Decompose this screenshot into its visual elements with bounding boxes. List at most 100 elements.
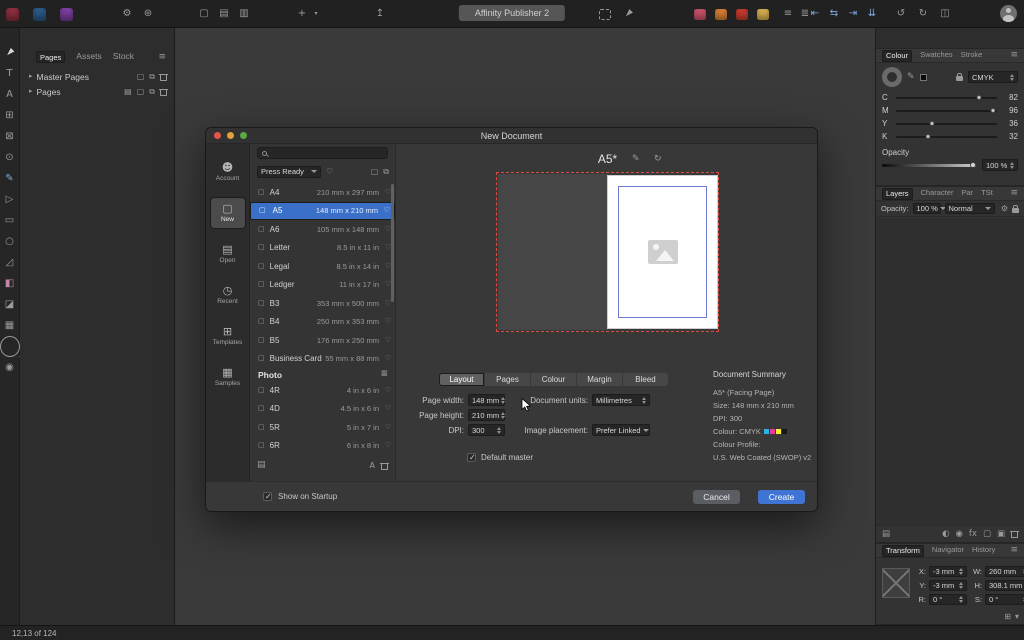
transform-anchor-thumbnail[interactable] xyxy=(882,568,910,598)
rotate-cw-icon[interactable]: ↻ xyxy=(917,9,929,19)
tab-history[interactable]: History xyxy=(972,545,995,557)
rectangle-tool-icon[interactable]: ▭ xyxy=(0,210,20,231)
new-group-icon[interactable]: ▣ xyxy=(997,530,1005,539)
save-preset-icon[interactable]: ✎ xyxy=(632,155,640,164)
opacity-value-select[interactable]: 100 % xyxy=(982,159,1018,171)
layers-list-empty[interactable] xyxy=(876,218,1024,525)
tab-swatches[interactable]: Swatches xyxy=(920,50,953,62)
duplicate-master-icon[interactable]: ⧉ xyxy=(149,72,155,81)
align-swap-icon[interactable]: ⇆ xyxy=(828,9,840,19)
sidebar-item-recent[interactable]: ◷ Recent xyxy=(210,279,246,311)
group-menu-icon[interactable]: ≡ xyxy=(380,370,388,379)
tab-stroke[interactable]: Stroke xyxy=(961,50,983,62)
favourite-icon[interactable]: ♡ xyxy=(385,423,391,431)
tab-par[interactable]: Par xyxy=(961,188,973,200)
slider-thumb[interactable] xyxy=(929,120,935,126)
preset-row[interactable]: ▢ 4D 4.5 in x 6 in ♡ xyxy=(250,400,395,419)
app-title[interactable]: Affinity Publisher 2 xyxy=(458,5,566,21)
transform-y-input[interactable]: -3 mm xyxy=(929,580,967,591)
corner-tool-icon[interactable]: ◿ xyxy=(0,252,20,273)
favourite-icon[interactable]: ♡ xyxy=(385,442,391,449)
transform-options-icon[interactable]: ▾ xyxy=(1015,613,1019,621)
favourite-icon[interactable]: ♡ xyxy=(385,336,391,344)
tab-bleed[interactable]: Bleed xyxy=(623,373,668,386)
vector-crop-tool-icon[interactable]: ▦ xyxy=(0,315,20,336)
slider-thumb[interactable] xyxy=(976,94,982,100)
align-left-icon[interactable]: ⇤ xyxy=(809,9,821,19)
new-layer-icon[interactable]: ▢ xyxy=(983,530,991,539)
slider-track[interactable] xyxy=(896,107,997,113)
disclosure-caret-icon[interactable]: ▸ xyxy=(29,88,33,95)
rotate-ccw-icon[interactable]: ↺ xyxy=(895,9,907,19)
slider-thumb[interactable] xyxy=(970,161,976,168)
preset-row[interactable]: ▢ A5 148 mm x 210 mm ♡ xyxy=(250,201,395,220)
preset-row[interactable]: ▢ 6R 6 in x 8 in ♡ xyxy=(250,437,395,456)
transform-h-input[interactable]: 308.1 mm xyxy=(985,580,1024,591)
sidebar-item-open[interactable]: ▤ Open xyxy=(210,238,246,270)
publisher-persona-icon[interactable] xyxy=(736,8,748,20)
panel-menu-icon[interactable]: ≡ xyxy=(1010,546,1018,555)
transform-s-input[interactable]: 0 ° xyxy=(985,594,1024,605)
preset-category-select[interactable]: Press Ready xyxy=(257,165,321,178)
preset-row[interactable]: ▢ Legal 8.5 in x 14 in ♡ xyxy=(250,257,395,276)
new-preset-icon[interactable]: ▢ xyxy=(371,167,379,176)
show-on-startup-checkbox[interactable] xyxy=(263,492,272,501)
preset-row[interactable]: ▢ 5R 5 in x 7 in ♡ xyxy=(250,418,395,437)
mask-layer-icon[interactable]: ◐ xyxy=(942,530,949,539)
rename-preset-icon[interactable]: A xyxy=(370,461,375,470)
delete-layer-icon[interactable] xyxy=(1010,530,1019,538)
addons-icon[interactable]: ⊛ xyxy=(142,9,154,19)
add-page-icon[interactable]: ▢ xyxy=(137,87,145,96)
tab-colour[interactable]: Colour xyxy=(882,49,913,62)
favourite-icon[interactable]: ♡ xyxy=(385,355,391,362)
affinity-photo-app-icon[interactable] xyxy=(33,7,46,21)
new-document-icon[interactable]: ▢ xyxy=(198,9,210,19)
layer-settings-gear-icon[interactable]: ⚙ xyxy=(1001,204,1008,213)
y-channel-slider[interactable]: Y 36 xyxy=(876,117,1024,130)
image-placement-select[interactable]: Prefer Linked xyxy=(592,424,650,436)
preset-row[interactable]: ▢ Business Card 55 mm x 88 mm ♡ xyxy=(250,350,395,369)
favourite-icon[interactable]: ♡ xyxy=(385,405,391,412)
ellipse-tool-icon[interactable]: ○ xyxy=(0,231,20,252)
panel-menu-icon[interactable]: ≡ xyxy=(158,52,166,62)
tab-layers[interactable]: Layers xyxy=(882,187,913,200)
favourite-icon[interactable]: ♡ xyxy=(385,386,391,394)
preset-row[interactable]: ▢ A4 210 mm x 297 mm ♡ xyxy=(250,183,395,202)
picture-frame-rectangle-tool-icon[interactable]: ⊠ xyxy=(0,126,20,147)
pages-row[interactable]: ▸ Pages ▤ ▢ ⧉ xyxy=(20,85,174,98)
settings-gear-icon[interactable]: ⚙ xyxy=(121,9,133,19)
favourite-icon[interactable]: ♡ xyxy=(384,207,390,214)
pen-tool-icon[interactable]: ✎ xyxy=(0,168,20,189)
add-caret-icon[interactable]: ▾ xyxy=(310,11,322,17)
sidebar-item-templates[interactable]: ⊞ Templates xyxy=(210,320,246,352)
node-tool-icon[interactable]: ▷ xyxy=(0,189,20,210)
page-width-input[interactable]: 148 mm xyxy=(468,394,506,406)
tab-layout[interactable]: Layout xyxy=(439,373,484,386)
thumbnail-size-icon[interactable]: ▤ xyxy=(882,530,890,539)
page-height-input[interactable]: 210 mm xyxy=(468,409,506,421)
tab-pages[interactable]: Pages xyxy=(36,51,66,63)
preset-view-icon[interactable]: ⧉ xyxy=(383,167,389,176)
delete-page-icon[interactable] xyxy=(159,88,168,96)
zoom-tool-icon[interactable] xyxy=(0,336,20,357)
split-view-icon[interactable]: ◫ xyxy=(939,9,951,19)
sidebar-item-new[interactable]: ▢ New xyxy=(209,197,246,229)
current-colour-swatch[interactable] xyxy=(919,73,927,81)
favourites-heart-icon[interactable]: ♡ xyxy=(326,167,333,176)
preset-row[interactable]: ▢ B3 353 mm x 500 mm ♡ xyxy=(250,294,395,313)
delete-master-icon[interactable] xyxy=(159,73,168,81)
preset-row[interactable]: ▢ 4R 4 in x 6 in ♡ xyxy=(250,381,395,400)
sidebar-item-samples[interactable]: ▦ Samples xyxy=(210,361,246,393)
sidebar-item-account[interactable]: ☻ Account xyxy=(210,156,246,188)
dpi-select[interactable]: 300 xyxy=(468,424,505,436)
tab-assets[interactable]: Assets xyxy=(76,51,102,63)
panel-menu-icon[interactable]: ≡ xyxy=(1010,51,1018,60)
photo-persona-icon[interactable] xyxy=(715,8,727,20)
artistic-text-tool-icon[interactable]: A xyxy=(0,84,20,105)
slider-track[interactable] xyxy=(896,133,997,139)
k-channel-slider[interactable]: K 32 xyxy=(876,130,1024,143)
m-channel-slider[interactable]: M 96 xyxy=(876,104,1024,117)
master-pages-row[interactable]: ▸ Master Pages ▢ ⧉ xyxy=(20,70,174,83)
slider-thumb[interactable] xyxy=(925,133,931,139)
lock-icon[interactable] xyxy=(956,73,963,81)
